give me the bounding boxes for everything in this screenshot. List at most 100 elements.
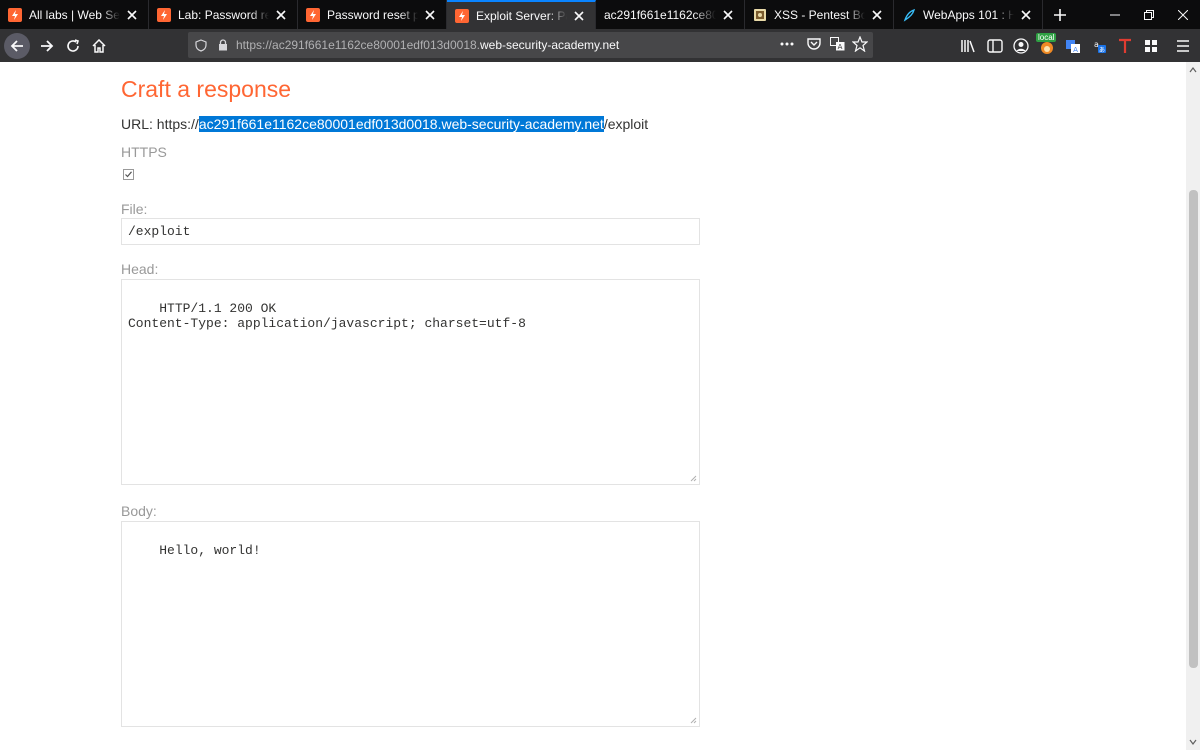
tab-ac291-exploit[interactable]: ac291f661e1162ce80001ec xyxy=(596,0,745,29)
url-suffix: /exploit xyxy=(603,116,649,132)
arrow-left-icon xyxy=(10,39,23,52)
minimize-button[interactable] xyxy=(1098,0,1132,29)
close-tab-icon[interactable] xyxy=(869,7,885,23)
resize-grip-icon[interactable] xyxy=(690,475,697,482)
close-tab-icon[interactable] xyxy=(422,7,438,23)
sidebar-button[interactable] xyxy=(982,33,1008,59)
page-content: Craft a response URL: https://ac291f661e… xyxy=(0,62,1186,750)
account-button[interactable] xyxy=(1008,33,1034,59)
scroll-up-icon[interactable] xyxy=(1186,64,1200,76)
library-icon xyxy=(961,39,975,52)
close-tab-icon[interactable] xyxy=(1018,7,1034,23)
close-tab-icon[interactable] xyxy=(571,8,587,24)
minimize-icon xyxy=(1110,14,1120,15)
address-bar[interactable]: https://ac291f661e1162ce80001edf013d0018… xyxy=(188,32,873,58)
tab-title: WebApps 101 : HTTP xyxy=(923,7,1014,22)
sidebar-icon xyxy=(987,38,1003,53)
https-checkbox[interactable] xyxy=(123,169,134,180)
portswigger-logo-icon xyxy=(306,7,320,22)
tab-all-labs[interactable]: All labs | Web Security xyxy=(0,0,149,29)
close-tab-icon[interactable] xyxy=(720,7,736,23)
arrow-right-icon xyxy=(41,39,54,52)
svg-text:A: A xyxy=(1073,46,1078,54)
translator-icon: A xyxy=(1066,39,1080,54)
account-icon xyxy=(1013,37,1029,54)
forward-button[interactable] xyxy=(34,33,60,59)
address-prefix: https://ac291f661e1162ce80001edf013d0018… xyxy=(236,38,480,52)
apps-extension-button[interactable] xyxy=(1138,33,1164,59)
svg-text:A: A xyxy=(838,43,843,51)
tab-title: Lab: Password reset po xyxy=(178,7,269,22)
restore-icon xyxy=(1144,9,1154,20)
close-tab-icon[interactable] xyxy=(273,7,289,23)
tab-strip: All labs | Web Security Lab: Password re… xyxy=(0,0,1200,29)
tab-title: Exploit Server: Passwo xyxy=(476,8,567,23)
feather-icon xyxy=(902,8,916,22)
svg-text:あ: あ xyxy=(1099,47,1105,54)
home-icon xyxy=(92,38,106,53)
close-tab-icon[interactable] xyxy=(124,7,140,23)
https-label: HTTPS xyxy=(121,144,167,160)
address-host: web-security-academy.net xyxy=(480,38,620,52)
new-tab-button[interactable] xyxy=(1043,0,1077,29)
navigation-toolbar: https://ac291f661e1162ce80001edf013d0018… xyxy=(0,29,1200,62)
plus-icon xyxy=(1054,8,1066,21)
head-label: Head: xyxy=(121,261,159,277)
tab-title: ac291f661e1162ce80001ec xyxy=(604,7,716,22)
t-letter-icon xyxy=(1119,38,1131,53)
resize-grip-icon[interactable] xyxy=(690,717,697,724)
grid-icon xyxy=(1145,39,1157,52)
body-label: Body: xyxy=(121,503,157,519)
window-controls xyxy=(1098,0,1200,29)
portswigger-logo-icon xyxy=(8,7,22,22)
menu-button[interactable] xyxy=(1170,33,1196,59)
translate-icon[interactable]: A xyxy=(830,37,845,54)
hamburger-icon xyxy=(1177,39,1189,52)
body-text: Hello, world! xyxy=(159,543,261,558)
file-label: File: xyxy=(121,201,148,217)
portswigger-logo-icon xyxy=(455,8,469,23)
book-icon xyxy=(753,8,767,22)
toolbar-right: local A aあ xyxy=(956,29,1200,62)
scroll-down-icon[interactable] xyxy=(1186,736,1200,748)
tab-title: Password reset poison xyxy=(327,7,418,22)
home-button[interactable] xyxy=(86,33,112,59)
exploit-url: URL: https://ac291f661e1162ce80001edf013… xyxy=(121,116,648,132)
translator-extension-button[interactable]: A xyxy=(1060,33,1086,59)
lock-icon[interactable] xyxy=(214,39,232,51)
file-input[interactable]: /exploit xyxy=(121,218,700,245)
page-actions-icon[interactable] xyxy=(779,36,795,55)
tab-webapps-101[interactable]: WebApps 101 : HTTP xyxy=(894,0,1043,29)
close-window-button[interactable] xyxy=(1166,0,1200,29)
tab-password-reset-poison[interactable]: Password reset poison xyxy=(298,0,447,29)
body-textarea[interactable]: Hello, world! xyxy=(121,521,700,727)
library-button[interactable] xyxy=(956,33,982,59)
url-label: URL: https:// xyxy=(121,116,199,132)
tab-lab-password-reset[interactable]: Lab: Password reset po xyxy=(149,0,298,29)
extension-local-button[interactable]: local xyxy=(1034,32,1060,59)
restore-button[interactable] xyxy=(1132,0,1166,29)
extension-badge: local xyxy=(1036,32,1057,42)
head-textarea[interactable]: HTTP/1.1 200 OK Content-Type: applicatio… xyxy=(121,279,700,485)
tab-xss-pentest-book[interactable]: XSS - Pentest Book xyxy=(745,0,894,29)
tab-title: XSS - Pentest Book xyxy=(774,7,865,22)
scrollbar-thumb[interactable] xyxy=(1189,190,1198,668)
reload-button[interactable] xyxy=(60,33,86,59)
pocket-icon[interactable] xyxy=(807,37,821,54)
url-selected-host[interactable]: ac291f661e1162ce80001edf013d0018.web-sec… xyxy=(198,116,604,132)
checkmark-icon xyxy=(125,171,132,178)
shield-icon[interactable] xyxy=(188,38,214,52)
bookmark-star-icon[interactable] xyxy=(851,35,869,55)
page-scrollbar[interactable] xyxy=(1186,62,1200,750)
head-text: HTTP/1.1 200 OK Content-Type: applicatio… xyxy=(128,301,526,331)
t-extension-button[interactable] xyxy=(1112,33,1138,59)
tab-exploit-server[interactable]: Exploit Server: Passwo xyxy=(447,0,596,29)
reload-icon xyxy=(67,38,80,52)
page-title: Craft a response xyxy=(121,76,292,102)
portswigger-logo-icon xyxy=(157,7,171,22)
language-extension-button[interactable]: aあ xyxy=(1086,33,1112,59)
back-button[interactable] xyxy=(4,32,30,59)
tab-title: All labs | Web Security xyxy=(29,7,120,22)
language-icon: aあ xyxy=(1094,40,1106,54)
close-icon xyxy=(1178,9,1188,20)
